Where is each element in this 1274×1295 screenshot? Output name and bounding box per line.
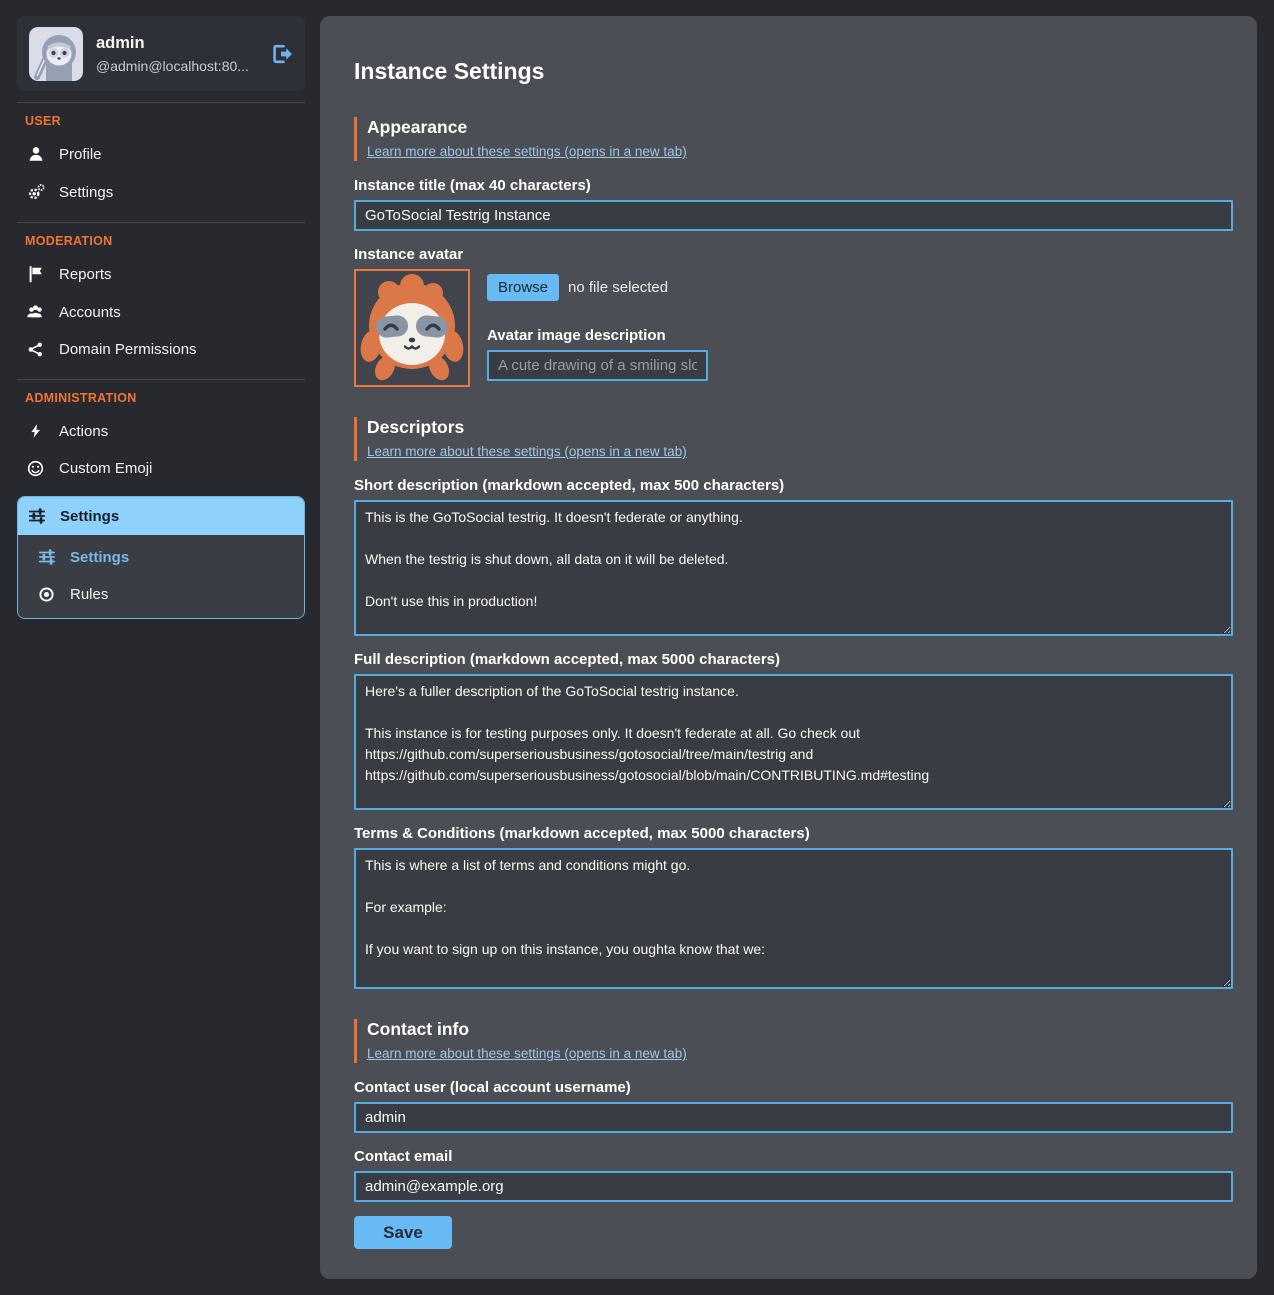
share-nodes-icon	[26, 341, 45, 358]
sidebar-item-label: Accounts	[59, 304, 121, 321]
save-button[interactable]: Save	[354, 1216, 452, 1249]
sidebar: admin @admin@localhost:80... USER	[17, 16, 305, 1279]
terms-textarea[interactable]: This is where a list of terms and condit…	[354, 848, 1233, 989]
appearance-learn-more-link[interactable]: Learn more about these settings (opens i…	[367, 144, 687, 159]
smiley-icon	[26, 460, 45, 477]
sidebar-item-custom-emoji[interactable]: Custom Emoji	[17, 450, 305, 487]
file-status-text: no file selected	[568, 279, 668, 296]
contact-learn-more-link[interactable]: Learn more about these settings (opens i…	[367, 1046, 687, 1061]
user-handle: @admin@localhost:80...	[96, 58, 249, 74]
user-avatar	[29, 27, 83, 81]
appearance-heading: Appearance	[367, 117, 1233, 138]
settings-submenu: Settings Rules	[18, 535, 304, 618]
settings-nav-block: Settings Settings	[17, 496, 305, 619]
sidebar-item-reports[interactable]: Reports	[17, 255, 305, 293]
section-label-moderation: MODERATION	[17, 227, 305, 255]
short-description-label: Short description (markdown accepted, ma…	[354, 477, 1233, 494]
sidebar-item-label: Settings	[59, 184, 113, 201]
full-description-textarea[interactable]: Here's a fuller description of the GoToS…	[354, 674, 1233, 810]
instance-settings-panel: Instance Settings Appearance Learn more …	[320, 16, 1257, 1279]
submenu-item-label: Rules	[70, 586, 108, 603]
instance-title-label: Instance title (max 40 characters)	[354, 177, 1233, 194]
avatar-description-label: Avatar image description	[487, 327, 708, 344]
app-root: admin @admin@localhost:80... USER	[0, 0, 1274, 1295]
sidebar-item-label: Reports	[59, 266, 112, 283]
instance-avatar-image	[354, 269, 470, 387]
sidebar-item-accounts[interactable]: Accounts	[17, 293, 305, 331]
short-description-textarea[interactable]: This is the GoToSocial testrig. It doesn…	[354, 500, 1233, 636]
sidebar-item-actions[interactable]: Actions	[17, 412, 305, 450]
sidebar-item-label: Actions	[59, 423, 108, 440]
sliders-icon	[27, 507, 46, 525]
instance-title-input[interactable]	[354, 200, 1233, 231]
sidebar-item-profile[interactable]: Profile	[17, 135, 305, 173]
sidebar-item-domain-permissions[interactable]: Domain Permissions	[17, 331, 305, 368]
browse-button[interactable]: Browse	[487, 274, 559, 301]
descriptors-learn-more-link[interactable]: Learn more about these settings (opens i…	[367, 444, 687, 459]
instance-avatar-label: Instance avatar	[354, 246, 1233, 263]
section-label-administration: ADMINISTRATION	[17, 384, 305, 412]
contact-email-label: Contact email	[354, 1148, 1233, 1165]
descriptors-section-header: Descriptors Learn more about these setti…	[354, 417, 1233, 461]
sidebar-item-label: Profile	[59, 146, 102, 163]
flag-icon	[26, 265, 45, 283]
contact-user-input[interactable]	[354, 1102, 1233, 1133]
submenu-item-rules[interactable]: Rules	[18, 576, 304, 613]
logout-icon[interactable]	[271, 43, 293, 65]
users-icon	[26, 303, 45, 321]
appearance-section-header: Appearance Learn more about these settin…	[354, 117, 1233, 161]
avatar-description-input[interactable]	[487, 350, 708, 381]
sidebar-section-administration: ADMINISTRATION Actions	[17, 379, 305, 619]
contact-user-label: Contact user (local account username)	[354, 1079, 1233, 1096]
contact-section-header: Contact info Learn more about these sett…	[354, 1019, 1233, 1063]
bolt-icon	[26, 422, 45, 440]
contact-heading: Contact info	[367, 1019, 1233, 1040]
page-title: Instance Settings	[354, 58, 1233, 85]
sidebar-item-label: Settings	[60, 508, 119, 525]
sidebar-item-user-settings[interactable]: Settings	[17, 173, 305, 211]
user-name: admin	[96, 34, 249, 53]
sidebar-section-moderation: MODERATION Reports	[17, 222, 305, 368]
sidebar-item-label: Custom Emoji	[59, 460, 152, 477]
full-description-label: Full description (markdown accepted, max…	[354, 651, 1233, 668]
submenu-item-settings[interactable]: Settings	[18, 538, 304, 576]
sidebar-section-user: USER Profile Setti	[17, 102, 305, 211]
descriptors-heading: Descriptors	[367, 417, 1233, 438]
sliders-icon	[37, 548, 56, 566]
user-card[interactable]: admin @admin@localhost:80...	[17, 16, 305, 91]
terms-label: Terms & Conditions (markdown accepted, m…	[354, 825, 1233, 842]
section-label-user: USER	[17, 107, 305, 135]
gears-icon	[26, 183, 45, 201]
submenu-item-label: Settings	[70, 549, 129, 566]
contact-email-input[interactable]	[354, 1171, 1233, 1202]
user-icon	[26, 145, 45, 163]
sidebar-item-instance-settings[interactable]: Settings	[18, 497, 304, 535]
dot-circle-icon	[37, 586, 56, 603]
sidebar-item-label: Domain Permissions	[59, 341, 197, 358]
